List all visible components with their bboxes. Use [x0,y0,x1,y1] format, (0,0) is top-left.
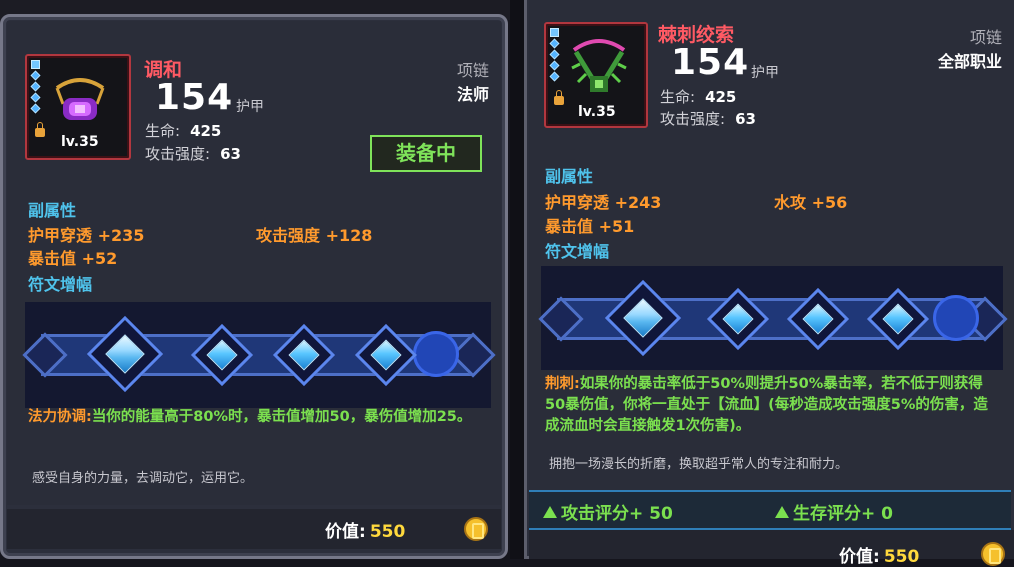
necklace-icon [571,39,627,92]
item-level: lv.35 [61,134,99,150]
secondary-attr-title: 副属性 [28,201,77,220]
gem-icon [549,71,560,82]
rune-socket[interactable] [354,323,418,387]
rune-title: 符文增幅 [545,242,610,261]
effect-text: 当你的能量高于80%时，暴击值增加50，暴伤值增加25。 [91,409,472,425]
lock-icon [35,122,45,137]
flavor-text: 感受自身的力量，去调动它，运用它。 [32,471,254,486]
price-value: 550 [883,547,920,567]
item-type: 项链 [969,28,1002,47]
item-tooltip-left: lv.35 调和 154 护甲 生命: 425 攻击强度: 63 项链 法师 装备中… [0,14,508,559]
gem-icon [30,103,41,114]
price-label: 价值: [325,522,366,542]
rune-orb [933,295,979,341]
gem-icon [549,49,560,60]
stat-label: 生命: [145,122,181,140]
necklace-icon [55,78,105,120]
secondary-attr: 攻击强度 +128 [256,226,373,245]
stat-label: 生命: [660,88,696,106]
rune-socket[interactable] [706,287,770,351]
rune-gem-icon [706,287,770,351]
armor-unit: 护甲 [751,65,779,81]
rune-gem-icon [86,315,164,393]
coin-icon [981,542,1005,566]
panel-gap [510,0,524,559]
rune-gem-icon [786,287,850,351]
attack-score: 攻击评分+ 50 [543,499,673,524]
gem-column [30,60,41,114]
gem-icon [31,60,40,69]
attack-score-text: 攻击评分+ 50 [561,504,673,524]
effect-description: 法力协调:当你的能量高于80%时，暴击值增加50，暴伤值增加25。 [28,407,483,428]
armor-unit: 护甲 [236,99,264,115]
effect-name: 法力协调: [28,409,92,425]
rune-socket[interactable] [272,323,336,387]
survival-score-text: 生存评分+ 0 [793,504,893,524]
price-bar: 价值: 550 [529,530,1014,567]
stat-health: 生命: 425 [145,120,221,141]
price: 价值: 550 [325,517,405,542]
gem-icon [30,70,41,81]
rune-socket[interactable] [86,315,164,393]
gem-icon [550,28,559,37]
lock-icon [554,90,564,105]
up-arrow-icon [775,506,789,518]
secondary-attr: 暴击值 +51 [545,217,635,236]
gem-icon [30,81,41,92]
secondary-attr: 水攻 +56 [774,193,848,212]
gem-column [549,28,560,82]
rune-gem-icon [866,287,930,351]
stat-label: 攻击强度: [660,110,726,128]
score-bar: 攻击评分+ 50 生存评分+ 0 [529,490,1011,530]
stat-attack: 攻击强度: 63 [145,143,241,164]
stat-value: 425 [190,122,222,140]
price-bar: 价值: 550 [7,509,501,549]
rune-gem-icon [604,279,682,357]
rune-socket[interactable] [786,287,850,351]
effect-text: 如果你的暴击率低于50%则提升50%暴击率，若不低于则获得50暴伤值，你将一直处… [545,376,988,434]
stat-attack: 攻击强度: 63 [660,108,756,129]
gem-icon [549,38,560,49]
rune-gem-icon [190,323,254,387]
stat-value: 63 [220,145,241,163]
secondary-attr: 暴击值 +52 [28,249,118,268]
flavor-text: 拥抱一场漫长的折磨，换取超乎常人的专注和耐力。 [549,457,849,472]
armor-value: 154 [155,77,234,118]
stat-value: 425 [705,88,737,106]
price-label: 价值: [839,547,880,567]
item-slot[interactable]: lv.35 [544,22,648,128]
item-tooltip-right: lv.35 棘刺绞索 154 护甲 生命: 425 攻击强度: 63 项链 全部职业… [524,0,1014,567]
class-requirement: 法师 [456,85,489,104]
gem-icon [549,60,560,71]
survival-score: 生存评分+ 0 [775,499,893,524]
rune-title: 符文增幅 [28,275,93,294]
item-level: lv.35 [578,104,616,120]
gem-icon [30,92,41,103]
effect-name: 荆刺: [545,376,580,392]
secondary-attr: 护甲穿透 +243 [545,193,662,212]
armor-value: 154 [671,42,750,83]
rune-socket[interactable] [190,323,254,387]
rune-socket[interactable] [866,287,930,351]
rune-gem-icon [272,323,336,387]
up-arrow-icon [543,506,557,518]
secondary-attr: 护甲穿透 +235 [28,226,145,245]
class-requirement: 全部职业 [937,52,1002,71]
rune-socket[interactable] [604,279,682,357]
stat-health: 生命: 425 [660,86,736,107]
stat-value: 63 [735,110,756,128]
item-type: 项链 [456,61,489,80]
secondary-attr-title: 副属性 [545,167,594,186]
effect-description: 荆刺:如果你的暴击率低于50%则提升50%暴击率，若不低于则获得50暴伤值，你将… [545,374,993,437]
rune-gem-icon [354,323,418,387]
rune-band [538,266,1008,370]
price: 价值: 550 [839,542,919,567]
rune-band [22,302,496,408]
price-value: 550 [369,522,406,542]
rune-orb [413,331,459,377]
item-slot[interactable]: lv.35 [25,54,131,160]
equipped-badge[interactable]: 装备中 [370,135,482,172]
coin-icon [464,517,488,541]
stat-label: 攻击强度: [145,145,211,163]
